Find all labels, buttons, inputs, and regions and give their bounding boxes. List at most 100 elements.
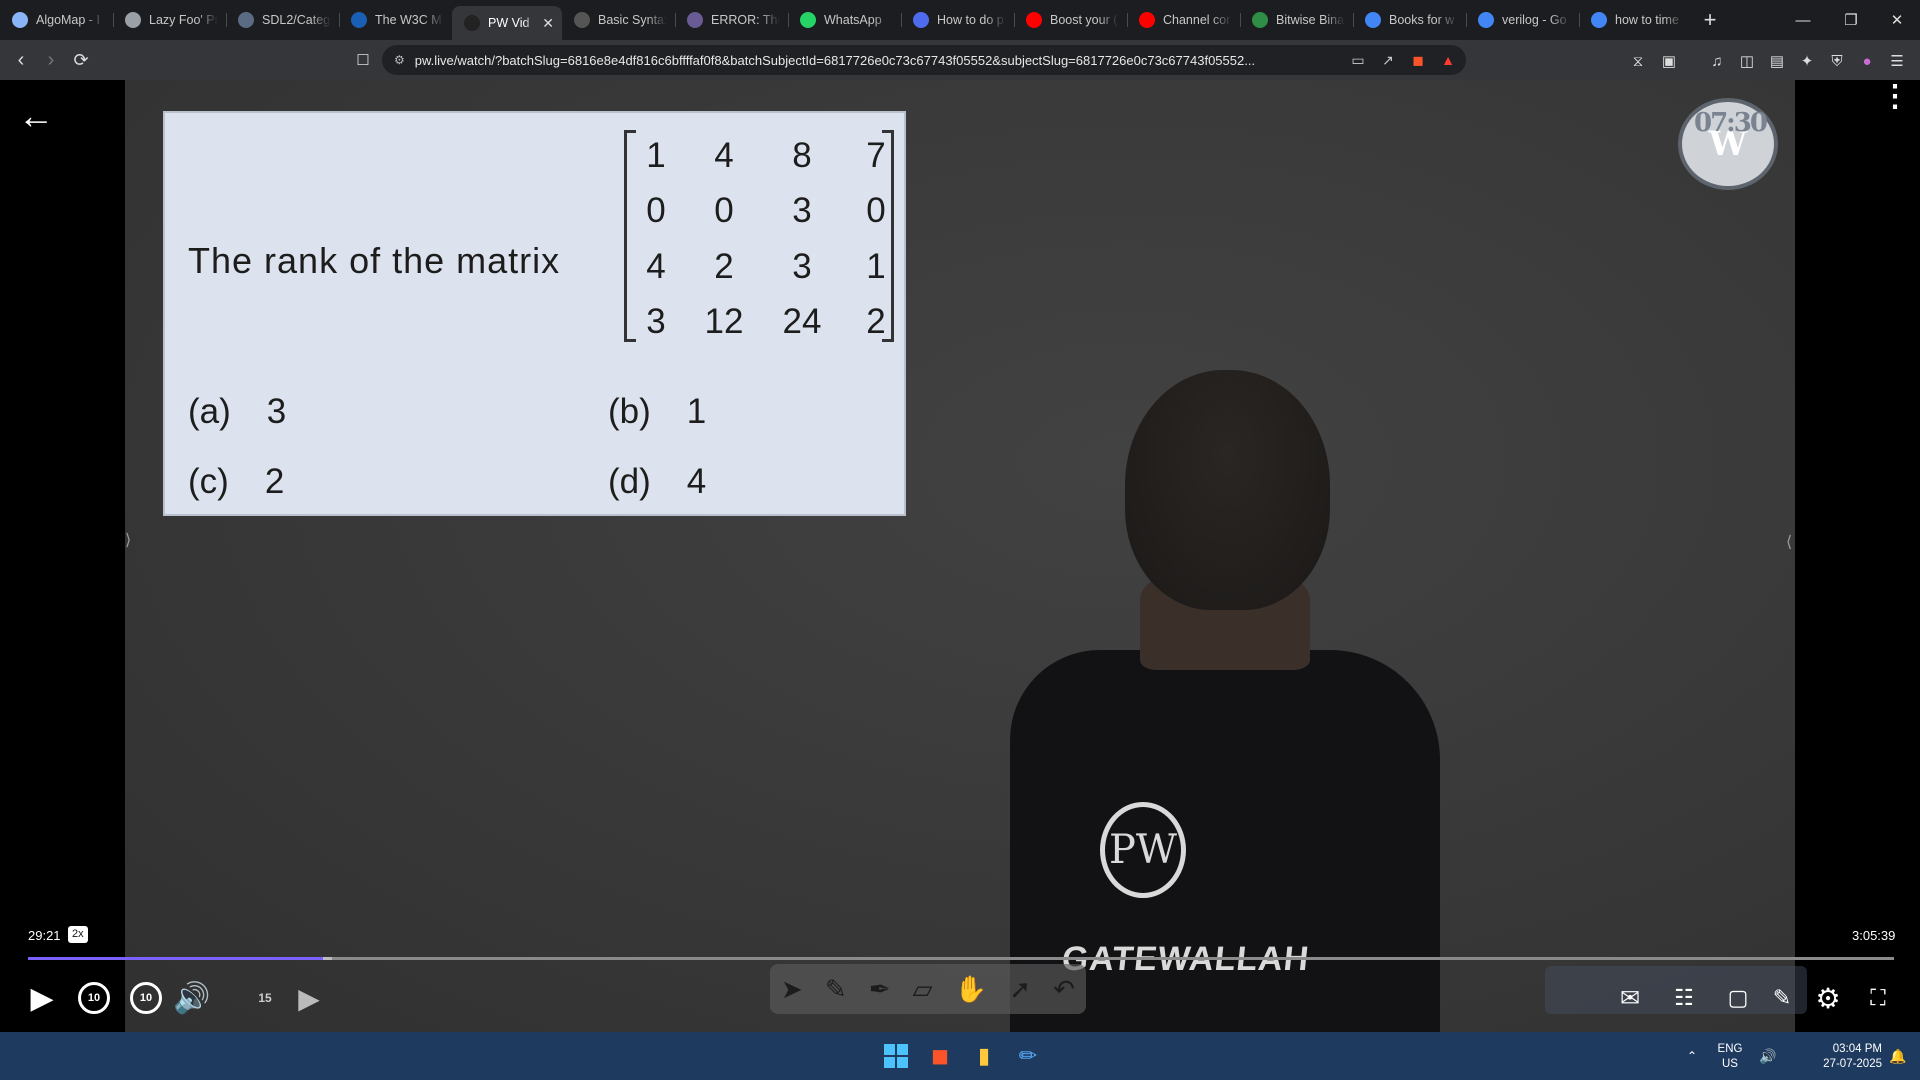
extensions-icon[interactable]: ⧖ xyxy=(1627,50,1649,72)
close-window-button[interactable]: ✕ xyxy=(1874,0,1920,40)
progress-fill xyxy=(28,957,323,960)
seek-bar[interactable] xyxy=(28,957,1894,960)
eraser-icon[interactable]: ▱ xyxy=(913,974,933,1005)
browser-tab[interactable]: WhatsApp xyxy=(788,4,901,36)
pen-icon[interactable]: ✒ xyxy=(869,974,891,1005)
browser-tab[interactable]: PW Vid ✕ xyxy=(452,6,562,40)
highlighter-icon[interactable]: ✎ xyxy=(825,974,847,1005)
picture-in-picture-icon[interactable]: ▢ xyxy=(1720,978,1756,1018)
brave-shields-icon[interactable]: ◼ xyxy=(1406,48,1430,72)
sidebar-icon[interactable]: ◫ xyxy=(1736,50,1758,72)
tab-label: how to time xyxy=(1615,13,1679,27)
minimize-button[interactable]: — xyxy=(1780,0,1826,40)
undo-icon[interactable]: ↶ xyxy=(1053,974,1075,1005)
network-volume-icons[interactable]: 🔊 xyxy=(1752,1040,1784,1072)
matrix-cell: 3 xyxy=(792,191,812,230)
vpn-icon[interactable]: ⛨ xyxy=(1826,50,1848,72)
language-indicator[interactable]: ENG US xyxy=(1712,1042,1748,1072)
clock-date: 27-07-2025 xyxy=(1823,1058,1882,1070)
google-icon xyxy=(1591,12,1607,28)
matrix-cell: 4 xyxy=(646,247,666,286)
matrix-cell: 0 xyxy=(866,191,886,230)
matrix-cell: 1 xyxy=(646,136,666,175)
volume-button[interactable]: 🔊 xyxy=(172,978,212,1018)
file-explorer-icon[interactable]: ▮ xyxy=(968,1040,1000,1072)
browser-tab[interactable]: Channel cor xyxy=(1127,4,1240,36)
browser-tab[interactable]: How to do p xyxy=(901,4,1014,36)
notification-bell-icon[interactable]: 🔔 xyxy=(1882,1040,1914,1072)
back-arrow-icon[interactable]: ← xyxy=(18,95,54,137)
media-icon[interactable]: ♫ xyxy=(1706,50,1728,72)
chat-icon[interactable]: ✉ xyxy=(1612,978,1648,1018)
browser-tab[interactable]: Books for w xyxy=(1353,4,1466,36)
rewind-10-icon: 10 xyxy=(78,982,110,1014)
duration: 3:05:39 xyxy=(1852,928,1896,943)
tab-label: Channel cor xyxy=(1163,13,1231,27)
rewind-button[interactable]: 10 xyxy=(76,978,112,1018)
pen-app-icon[interactable]: ✏ xyxy=(1012,1040,1044,1072)
pointer-icon[interactable]: ➤ xyxy=(781,974,803,1005)
browser-tab[interactable]: how to time xyxy=(1579,4,1692,36)
right-panel-chevron-icon[interactable]: ⟨ xyxy=(1786,532,1792,552)
wallet-icon[interactable]: ▤ xyxy=(1766,50,1788,72)
speed-badge[interactable]: 2x xyxy=(68,926,88,943)
bookmark-icon[interactable]: ☐ xyxy=(348,45,378,75)
matrix-cell: 12 xyxy=(704,302,744,341)
more-options-icon[interactable]: ⋮ xyxy=(1880,82,1910,112)
browser-tab[interactable]: verilog - Go xyxy=(1466,4,1579,36)
browser-tab[interactable]: SDL2/Categ xyxy=(226,4,339,36)
youtube-icon xyxy=(1139,12,1155,28)
region-code: US xyxy=(1722,1058,1738,1070)
tab-label: AlgoMap - I xyxy=(36,13,100,27)
video-player[interactable]: The rank of the matrix 1 4 8 7 0 0 3 0 4 2 3 1 3 12 24… xyxy=(0,80,1920,1032)
browser-tab[interactable]: The W3C M xyxy=(339,4,452,36)
left-panel-chevron-icon[interactable]: ⟩ xyxy=(125,530,131,550)
share-icon[interactable]: ↗ xyxy=(1376,48,1400,72)
next-icon[interactable]: ▶ xyxy=(294,978,324,1018)
windows-logo-icon xyxy=(884,1044,908,1068)
arrow-tool-icon[interactable]: ➚ xyxy=(1009,974,1031,1005)
leo-ai-icon[interactable]: ✦ xyxy=(1796,50,1818,72)
new-tab-button[interactable]: + xyxy=(1692,4,1728,36)
forward-button[interactable]: 10 xyxy=(128,978,164,1018)
option-b: (b) 1 xyxy=(608,392,706,432)
forward-button[interactable]: › xyxy=(36,45,66,75)
cast-icon[interactable]: ▭ xyxy=(1346,48,1370,72)
start-button[interactable] xyxy=(880,1040,912,1072)
option-key: (b) xyxy=(608,392,651,431)
browser-tab[interactable]: ERROR: The xyxy=(675,4,788,36)
option-key: (d) xyxy=(608,462,651,501)
translate-icon[interactable]: ☷ xyxy=(1666,978,1702,1018)
url-text[interactable]: pw.live/watch/?batchSlug=6816e8e4df816c6… xyxy=(415,53,1346,68)
clock[interactable]: 03:04 PM 27-07-2025 xyxy=(1808,1042,1882,1072)
browser-toolbar: ‹ › ⟳ ☐ ⚙ pw.live/watch/?batchSlug=6816e… xyxy=(0,40,1920,80)
browser-tab[interactable]: Lazy Foo' Pr xyxy=(113,4,226,36)
close-tab-icon[interactable]: ✕ xyxy=(542,15,554,32)
site-settings-icon[interactable]: ⚙ xyxy=(394,53,405,67)
matrix-cell: 2 xyxy=(714,247,734,286)
w3c-icon xyxy=(351,12,367,28)
settings-icon[interactable]: ⚙ xyxy=(1810,978,1846,1018)
browser-tab[interactable]: Boost your ( xyxy=(1014,4,1127,36)
brave-rewards-icon[interactable]: ▲ xyxy=(1436,48,1460,72)
profile-icon[interactable]: ● xyxy=(1856,50,1878,72)
screenshot-icon[interactable]: ▣ xyxy=(1658,50,1680,72)
restore-button[interactable]: ❐ xyxy=(1828,0,1874,40)
browser-tab[interactable]: Basic Syntax xyxy=(562,4,675,36)
option-value: 2 xyxy=(264,462,285,501)
tab-label: Bitwise Bina xyxy=(1276,13,1345,27)
youtube-icon xyxy=(1026,12,1042,28)
browser-tab[interactable]: AlgoMap - I xyxy=(0,4,113,36)
play-button[interactable]: ▶ xyxy=(24,978,60,1018)
reload-button[interactable]: ⟳ xyxy=(66,45,96,75)
fullscreen-icon[interactable]: ⛶ xyxy=(1860,978,1896,1018)
show-hidden-icons[interactable]: ⌃ xyxy=(1676,1040,1708,1072)
notes-icon[interactable]: ✎ xyxy=(1764,978,1800,1018)
back-button[interactable]: ‹ xyxy=(6,45,36,75)
address-bar[interactable]: ⚙ pw.live/watch/?batchSlug=6816e8e4df816… xyxy=(382,45,1466,75)
brave-taskbar-icon[interactable]: ◼ xyxy=(924,1040,956,1072)
hand-icon[interactable]: ✋ xyxy=(955,974,987,1005)
menu-icon[interactable]: ☰ xyxy=(1886,50,1908,72)
browser-tab[interactable]: Bitwise Bina xyxy=(1240,4,1353,36)
matrix-cell: 4 xyxy=(714,136,734,175)
